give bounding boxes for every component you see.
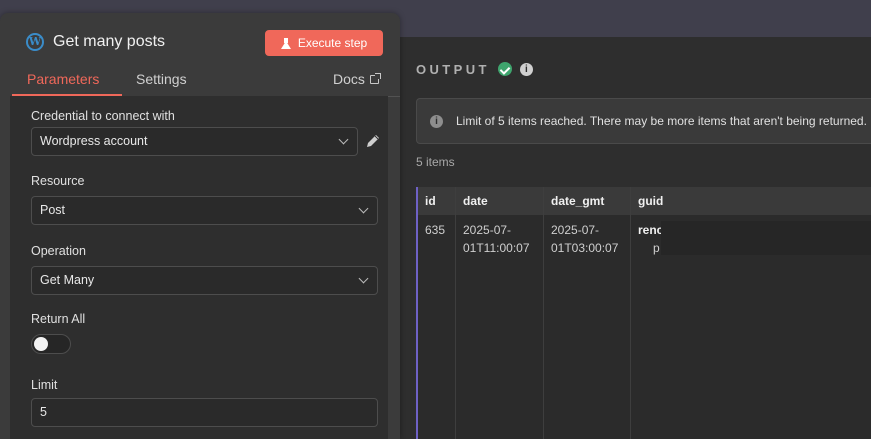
cell-date-line1: 2025-07- bbox=[463, 223, 512, 237]
toggle-knob bbox=[34, 337, 48, 351]
notice-info-icon: i bbox=[430, 114, 443, 128]
table-cell[interactable]: 2025-07- 01T11:00:07 bbox=[456, 215, 543, 257]
tab-parameters-label: Parameters bbox=[27, 71, 100, 87]
external-link-icon bbox=[369, 73, 381, 84]
limit-value: 5 bbox=[40, 405, 47, 419]
chevron-down-icon bbox=[358, 203, 369, 214]
column-header-date[interactable]: date bbox=[456, 187, 543, 215]
tab-settings-label: Settings bbox=[136, 71, 187, 87]
cell-gmt-line2: 01T03:00:07 bbox=[551, 241, 619, 255]
column-header-guid[interactable]: guid bbox=[631, 187, 871, 215]
success-check-icon bbox=[497, 62, 512, 76]
chevron-down-icon bbox=[358, 273, 369, 284]
column-date-gmt: date_gmt 2025-07- 01T03:00:07 bbox=[544, 187, 631, 439]
cell-id: 635 bbox=[425, 223, 446, 237]
notice-text: Limit of 5 items reached. There may be m… bbox=[456, 114, 867, 128]
output-title: OUTPUT bbox=[416, 61, 490, 77]
flask-icon bbox=[280, 37, 291, 49]
column-id: id 635 bbox=[416, 187, 456, 439]
execute-step-label: Execute step bbox=[297, 36, 368, 50]
items-count: 5 items bbox=[416, 155, 455, 169]
column-header-date-gmt[interactable]: date_gmt bbox=[544, 187, 630, 215]
parameters-form: Credential to connect with Wordpress acc… bbox=[10, 96, 388, 439]
node-parameters-panel: W Get many posts Execute step Parameters… bbox=[0, 13, 400, 439]
execute-step-button[interactable]: Execute step bbox=[265, 30, 383, 56]
output-header: OUTPUT i bbox=[416, 61, 533, 77]
return-all-toggle[interactable] bbox=[31, 334, 71, 354]
credential-value: Wordpress account bbox=[40, 134, 148, 148]
operation-select[interactable]: Get Many bbox=[31, 266, 378, 295]
docs-label: Docs bbox=[333, 71, 365, 87]
cell-overlay bbox=[661, 221, 871, 255]
resource-label: Resource bbox=[31, 174, 85, 188]
docs-link[interactable]: Docs bbox=[333, 71, 381, 97]
table-cell[interactable]: 2025-07- 01T03:00:07 bbox=[544, 215, 630, 257]
wordpress-icon: W bbox=[26, 33, 44, 51]
info-icon[interactable]: i bbox=[519, 62, 533, 76]
limit-notice: i Limit of 5 items reached. There may be… bbox=[416, 98, 871, 144]
pencil-icon[interactable] bbox=[365, 133, 381, 149]
return-all-label: Return All bbox=[31, 312, 86, 326]
table-cell[interactable]: 635 bbox=[418, 215, 455, 239]
limit-input[interactable]: 5 bbox=[31, 398, 378, 427]
chevron-down-icon bbox=[338, 134, 349, 145]
resource-value: Post bbox=[40, 203, 66, 217]
panel-title-row: W Get many posts bbox=[26, 33, 165, 51]
operation-value: Get Many bbox=[40, 273, 95, 287]
resource-select[interactable]: Post bbox=[31, 196, 378, 225]
panel-tabs: Parameters Settings Docs bbox=[12, 71, 400, 97]
credential-label: Credential to connect with bbox=[31, 109, 175, 123]
limit-label: Limit bbox=[31, 378, 58, 392]
output-table: id 635 date 2025-07- 01T11:00:07 date_gm… bbox=[416, 187, 871, 439]
node-title[interactable]: Get many posts bbox=[53, 33, 165, 51]
tab-settings[interactable]: Settings bbox=[136, 71, 187, 97]
column-header-id[interactable]: id bbox=[418, 187, 455, 215]
column-date: date 2025-07- 01T11:00:07 bbox=[456, 187, 544, 439]
output-panel: OUTPUT i i Limit of 5 items reached. The… bbox=[400, 37, 871, 439]
cell-date-line2: 01T11:00:07 bbox=[463, 241, 530, 255]
cell-gmt-line1: 2025-07- bbox=[551, 223, 600, 237]
credential-select[interactable]: Wordpress account bbox=[31, 127, 358, 156]
operation-label: Operation bbox=[31, 244, 86, 258]
